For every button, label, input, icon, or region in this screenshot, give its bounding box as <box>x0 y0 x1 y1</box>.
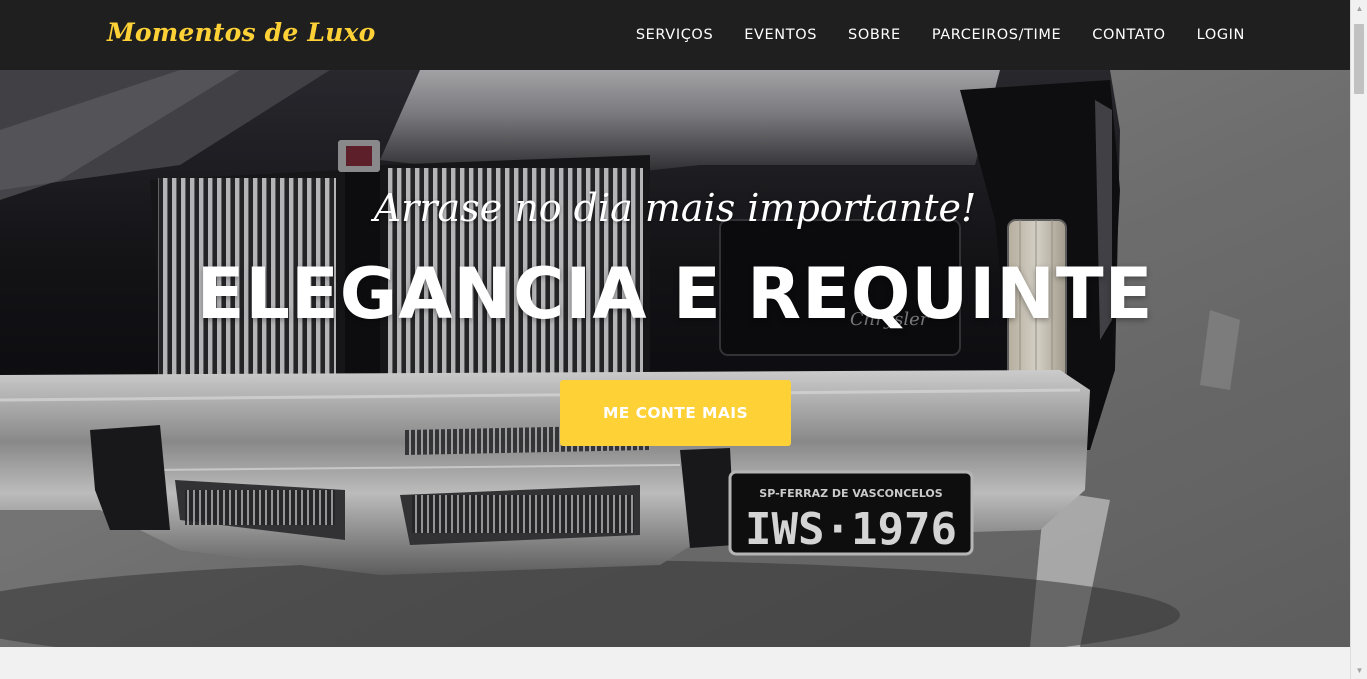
nav-link-parceiros-time[interactable]: PARCEIROS/TIME <box>932 27 1061 43</box>
nav-menu: SERVIÇOS EVENTOS SOBRE PARCEIROS/TIME CO… <box>636 0 1245 70</box>
hero-heading: ELEGANCIA E REQUINTE <box>196 253 1154 335</box>
page-scrollbar[interactable]: ▲ ▼ <box>1350 0 1367 679</box>
nav-link-servicos[interactable]: SERVIÇOS <box>636 27 713 43</box>
nav-link-eventos[interactable]: EVENTOS <box>744 27 817 43</box>
hero-subheading: Arrase no dia mais importante! <box>373 186 977 230</box>
below-fold-section <box>0 647 1350 679</box>
nav-link-contato[interactable]: CONTATO <box>1092 27 1165 43</box>
nav-link-login[interactable]: LOGIN <box>1197 27 1245 43</box>
page: Momentos de Luxo SERVIÇOS EVENTOS SOBRE … <box>0 0 1350 679</box>
scroll-down-arrow-icon[interactable]: ▼ <box>1351 662 1367 679</box>
nav-link-sobre[interactable]: SOBRE <box>848 27 901 43</box>
brand-logo[interactable]: Momentos de Luxo <box>107 18 376 47</box>
hero-section: Chrysler SP-FERRAZ DE VASCONCELOS IWS·19… <box>0 70 1350 647</box>
scrollbar-thumb[interactable] <box>1354 24 1364 94</box>
hero-text: Arrase no dia mais importante! ELEGANCIA… <box>0 70 1350 647</box>
navbar: Momentos de Luxo SERVIÇOS EVENTOS SOBRE … <box>0 0 1350 70</box>
scroll-up-arrow-icon[interactable]: ▲ <box>1351 0 1367 17</box>
tell-me-more-button[interactable]: ME CONTE MAIS <box>560 380 791 446</box>
